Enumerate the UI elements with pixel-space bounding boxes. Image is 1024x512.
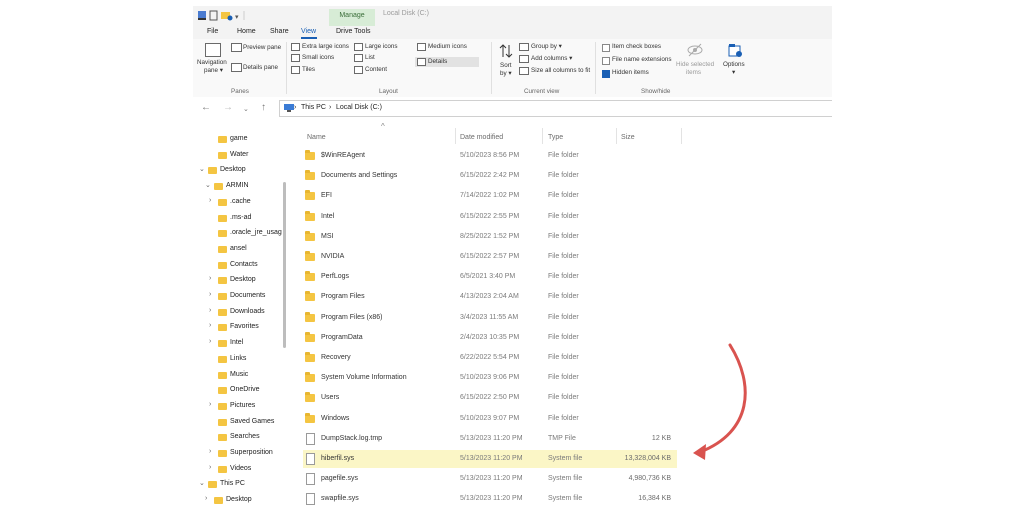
annotation-arrow: [693, 343, 747, 460]
